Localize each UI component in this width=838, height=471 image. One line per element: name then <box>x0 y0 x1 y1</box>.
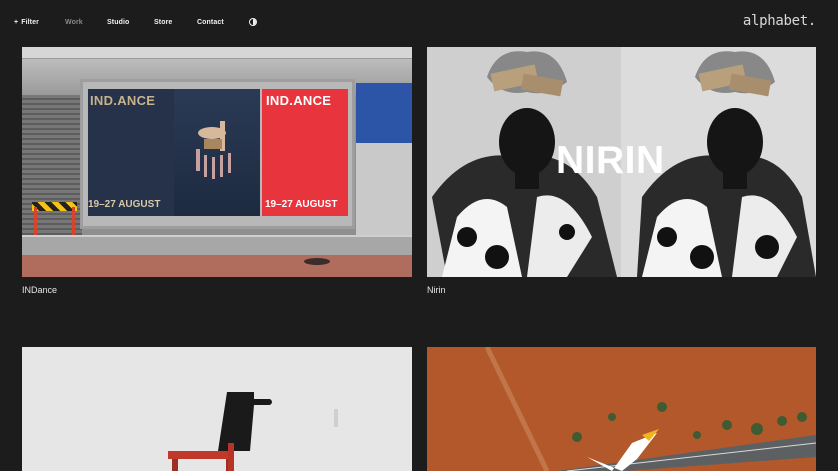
project-caption-nirin[interactable]: Nirin <box>427 285 446 295</box>
nirin-overlay-text: NIRIN <box>556 139 665 182</box>
plus-icon: + <box>14 19 19 26</box>
project-thumbnail-indance[interactable]: IND.ANCE IND.ANCE 19–27 AUGUST 19–27 AUG… <box>22 47 412 277</box>
poster-dates-right: 19–27 AUGUST <box>265 199 338 210</box>
project-thumbnail-4[interactable] <box>427 347 816 471</box>
project-thumbnail-nirin[interactable]: NIRIN <box>427 47 816 277</box>
nav-studio-link[interactable]: Studio <box>107 19 129 26</box>
chair-boot-image <box>168 392 338 471</box>
filter-button[interactable]: + Filter <box>14 19 39 26</box>
nav-work-link[interactable]: Work <box>65 19 83 26</box>
top-navigation: + Filter Work Studio Store Contact alphab… <box>0 0 838 46</box>
filter-label: Filter <box>21 19 39 26</box>
dancer-figure <box>196 121 231 179</box>
nav-store-link[interactable]: Store <box>154 19 172 26</box>
poster-dates-left: 19–27 AUGUST <box>88 199 161 210</box>
poster-title-right: IND.ANCE <box>266 93 332 108</box>
project-caption-indance[interactable]: INDance <box>22 285 57 295</box>
poster-title-left: IND.ANCE <box>90 93 156 108</box>
aerial-landscape-image <box>484 347 816 471</box>
site-logo[interactable]: alphabet. <box>743 13 816 29</box>
project-thumbnail-3[interactable] <box>22 347 412 471</box>
nav-contact-link[interactable]: Contact <box>197 19 224 26</box>
theme-toggle-icon[interactable] <box>249 18 257 26</box>
